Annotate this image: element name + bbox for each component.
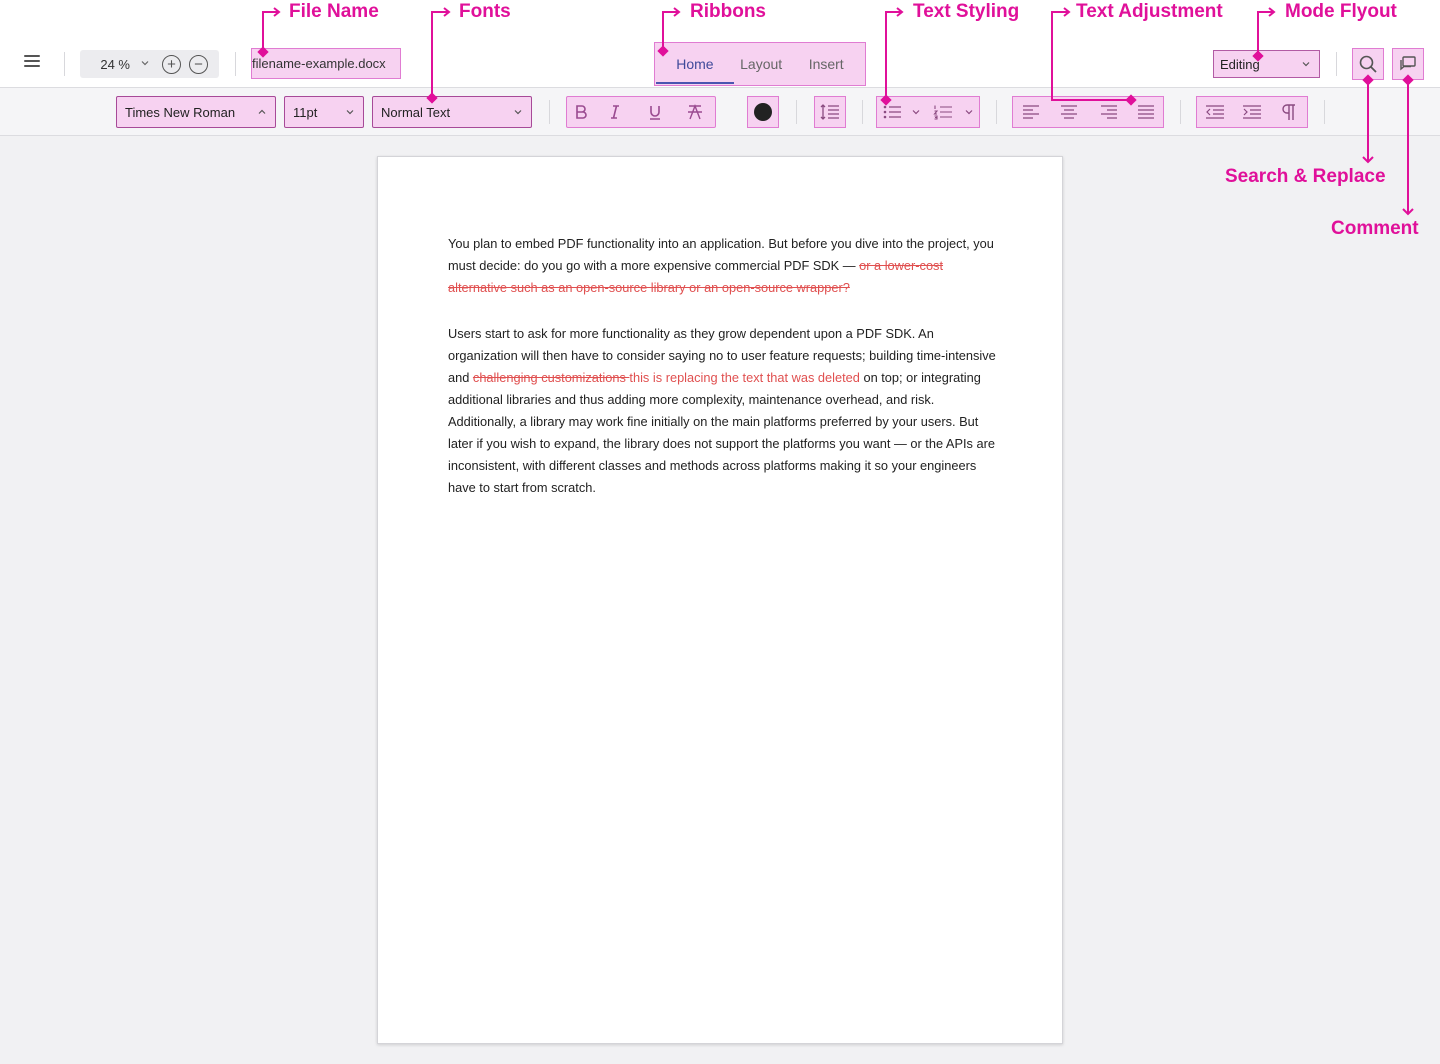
annotation-arrows xyxy=(257,7,1414,216)
annotation-mode-flyout: Mode Flyout xyxy=(1285,1,1397,22)
annotation-text-styling: Text Styling xyxy=(913,1,1020,22)
annotation-file-name: File Name xyxy=(289,1,379,22)
annotation-search-replace: Search & Replace xyxy=(1225,166,1386,187)
annotation-comment: Comment xyxy=(1331,218,1419,239)
annotation-fonts: Fonts xyxy=(459,1,511,22)
annotation-text-adjustment: Text Adjustment xyxy=(1076,1,1223,22)
annotation-ribbons: Ribbons xyxy=(690,1,766,22)
